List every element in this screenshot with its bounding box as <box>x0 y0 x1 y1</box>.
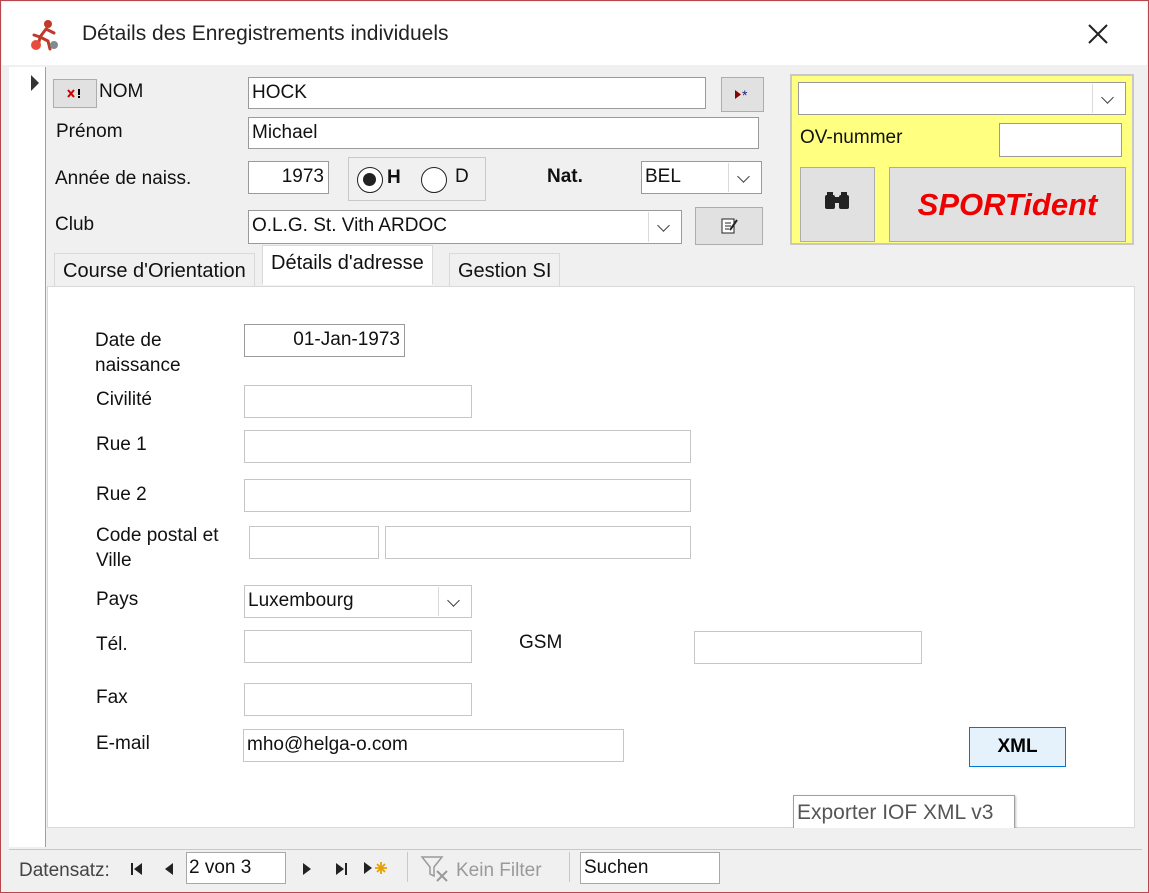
rue1-label: Rue 1 <box>96 434 147 455</box>
orienteering-runner-icon <box>31 20 58 51</box>
svg-text:*: * <box>742 87 748 103</box>
record-label: Datensatz: <box>19 860 110 881</box>
edit-club-button[interactable] <box>695 207 763 245</box>
sportident-panel: OV-nummer SPORTident <box>790 74 1134 245</box>
new-record-icon: * <box>735 87 748 103</box>
current-record-icon <box>31 75 39 91</box>
nat-label: Nat. <box>547 166 583 187</box>
chevron-down-icon <box>737 170 750 183</box>
record-navigation-bar: Datensatz: 2 von 3 Kein Filter Suchen <box>9 849 1142 884</box>
pays-value: Luxembourg <box>248 590 354 611</box>
chevron-down-icon <box>657 219 670 232</box>
next-record-icon[interactable] <box>297 859 317 879</box>
filter-off-icon[interactable] <box>419 854 453 882</box>
sex-d-radio[interactable] <box>421 167 447 193</box>
record-selector[interactable] <box>9 67 46 847</box>
tel-field[interactable] <box>244 630 472 663</box>
ville-field[interactable] <box>385 526 691 559</box>
search-binoculars-button[interactable] <box>800 167 875 242</box>
search-field[interactable]: Suchen <box>580 852 720 884</box>
previous-record-icon[interactable] <box>159 859 179 879</box>
xml-export-button[interactable]: XML <box>969 727 1066 767</box>
rue2-field[interactable] <box>244 479 691 512</box>
annee-label: Année de naiss. <box>55 168 192 189</box>
ov-nummer-label: OV-nummer <box>800 127 903 148</box>
sportident-button[interactable]: SPORTident <box>889 167 1126 242</box>
first-record-icon[interactable] <box>127 859 147 879</box>
annee-field[interactable]: 1973 <box>248 161 329 194</box>
sex-option-group: H D <box>348 157 486 201</box>
rue2-label: Rue 2 <box>96 484 147 505</box>
dob-label: Date de naissance <box>95 330 181 376</box>
pays-dropdown-button[interactable] <box>438 587 470 616</box>
fax-label: Fax <box>96 687 128 708</box>
gsm-label: GSM <box>519 632 563 653</box>
tel-label: Tél. <box>96 634 128 655</box>
nat-dropdown-button[interactable] <box>728 163 760 192</box>
nat-value: BEL <box>645 166 681 187</box>
chevron-down-icon <box>1101 91 1114 104</box>
prenom-label: Prénom <box>56 121 123 142</box>
sex-h-radio[interactable] <box>357 167 383 193</box>
form-footer <box>47 828 1137 848</box>
xml-tooltip: Exporter IOF XML v3 <box>793 795 1015 830</box>
code-postal-field[interactable] <box>249 526 379 559</box>
civilite-label: Civilité <box>96 389 152 410</box>
last-record-icon[interactable] <box>331 859 351 879</box>
radio-selected-dot <box>363 173 376 186</box>
close-icon[interactable] <box>1082 18 1114 50</box>
email-field[interactable]: mho@helga-o.com <box>243 729 624 762</box>
clear-name-button[interactable] <box>53 79 97 108</box>
sex-h-label: H <box>387 167 401 188</box>
pays-label: Pays <box>96 589 139 610</box>
sportident-label: SPORTident <box>917 186 1098 222</box>
rue1-field[interactable] <box>244 430 691 463</box>
dob-field[interactable]: 01-Jan-1973 <box>244 324 405 357</box>
binoculars-icon <box>825 192 849 209</box>
clear-x-icon <box>67 89 80 98</box>
tab-details-adresse[interactable]: Détails d'adresse <box>262 245 433 285</box>
code-postal-ville-label: Code postal et Ville <box>96 525 219 571</box>
app-window: Détails des Enregistrements individuels … <box>0 0 1149 893</box>
nat-combobox[interactable]: BEL <box>641 161 762 194</box>
gsm-field[interactable] <box>694 631 922 664</box>
civilite-field[interactable] <box>244 385 472 418</box>
top-dropdown-button[interactable] <box>1092 84 1124 113</box>
new-record-button[interactable]: * <box>721 77 764 112</box>
chevron-down-icon <box>447 594 460 607</box>
new-record-nav-icon[interactable] <box>361 858 391 878</box>
club-combobox[interactable]: O.L.G. St. Vith ARDOC <box>248 210 682 244</box>
ov-nummer-field[interactable] <box>999 123 1122 157</box>
title-bar: Détails des Enregistrements individuels <box>2 2 1147 65</box>
nom-label: NOM <box>99 81 144 102</box>
prenom-field[interactable]: Michael <box>248 117 759 149</box>
fax-field[interactable] <box>244 683 472 716</box>
tab-gestion-si[interactable]: Gestion SI <box>449 253 561 286</box>
edit-notepad-icon <box>721 218 738 234</box>
club-value: O.L.G. St. Vith ARDOC <box>252 215 447 236</box>
pays-combobox[interactable]: Luxembourg <box>244 585 472 618</box>
top-combobox[interactable] <box>798 82 1126 115</box>
sex-d-label: D <box>455 166 469 187</box>
record-position-field[interactable]: 2 von 3 <box>186 852 286 884</box>
window-title: Détails des Enregistrements individuels <box>82 22 449 45</box>
nav-separator <box>569 852 570 882</box>
nav-separator <box>407 852 408 882</box>
club-dropdown-button[interactable] <box>648 212 680 242</box>
filter-status[interactable]: Kein Filter <box>456 860 542 882</box>
tab-course-orientation[interactable]: Course d'Orientation <box>54 253 255 286</box>
nom-field[interactable]: HOCK <box>248 77 706 109</box>
club-label: Club <box>55 214 95 235</box>
email-label: E-mail <box>96 733 150 754</box>
